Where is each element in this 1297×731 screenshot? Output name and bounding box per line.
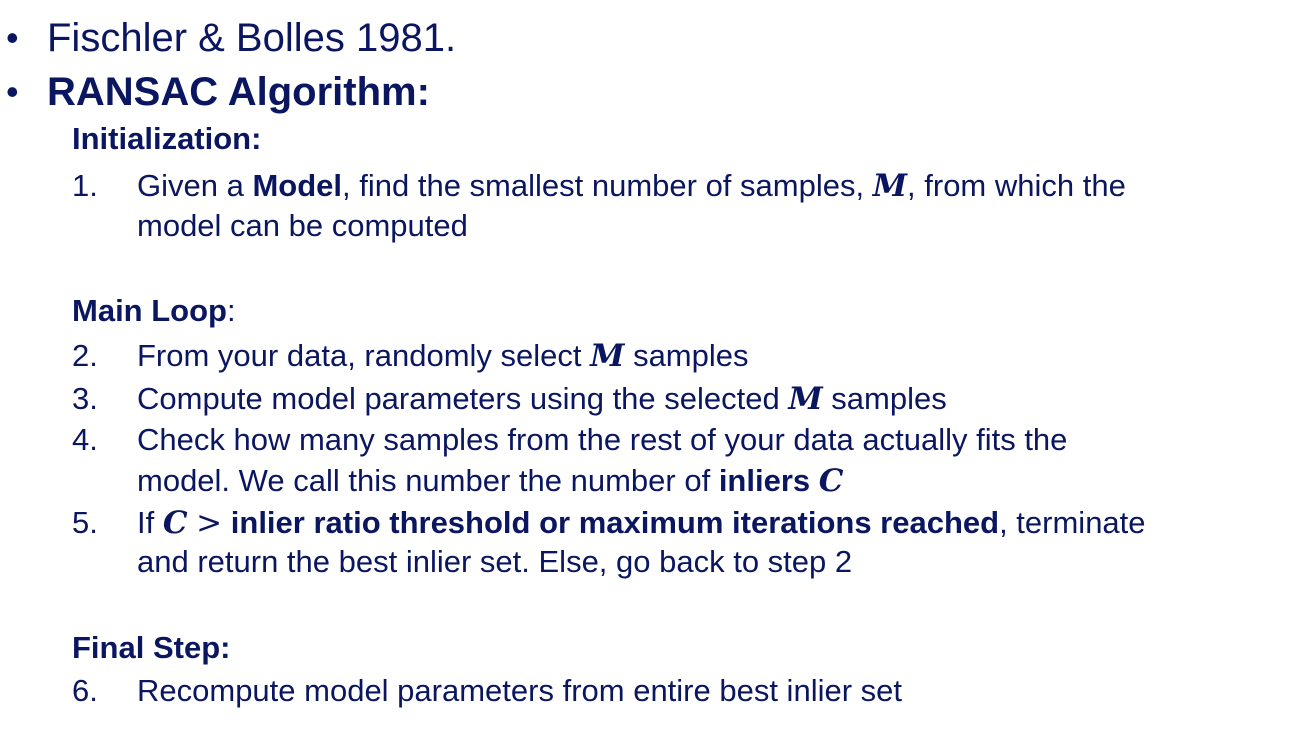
step-2-text-before: From your data, randomly select	[137, 338, 591, 373]
step-4-line-2: model. We call this number the number of…	[137, 462, 843, 500]
step-4-inliers-term: inliers	[718, 463, 811, 498]
bullet-dot-icon: •	[6, 17, 19, 58]
step-1-line-2: model can be computed	[137, 208, 468, 243]
step-1-line-1: Given a Model, find the smallest number …	[137, 167, 1126, 205]
step-3-text-before: Compute model parameters using the selec…	[137, 381, 789, 416]
algorithm-title: RANSAC Algorithm:	[47, 70, 430, 114]
step-2-number: 2.	[72, 338, 98, 373]
step-4-number: 4.	[72, 422, 98, 457]
bullet-dot-icon: •	[6, 71, 19, 112]
step-4-line-1: Check how many samples from the rest of …	[137, 422, 1068, 457]
variable-m: M	[590, 338, 625, 374]
step-1-model-term: Model	[252, 168, 343, 203]
step-6-line: Recompute model parameters from entire b…	[137, 673, 902, 708]
step-5-number: 5.	[72, 505, 98, 540]
step-3-text-after: samples	[822, 381, 947, 416]
variable-m: M	[788, 381, 823, 417]
step-2-line: From your data, randomly select M sample…	[137, 337, 749, 375]
step-5-text-after: , terminate	[999, 505, 1146, 540]
step-6-number: 6.	[72, 673, 98, 708]
variable-m: M	[872, 168, 908, 204]
step-5-condition: inlier ratio threshold or maximum iterat…	[230, 505, 1000, 540]
step-5-text-before: If	[137, 505, 163, 540]
greater-than-operator: >	[196, 505, 223, 541]
main-loop-heading-text: Main Loop	[72, 293, 227, 328]
step-1-text-after: , from which the	[907, 168, 1126, 203]
step-1-text-middle: , find the smallest number of samples,	[342, 168, 873, 203]
slide: • Fischler & Bolles 1981. • RANSAC Algor…	[0, 0, 1297, 731]
main-loop-heading-colon: :	[226, 293, 236, 328]
step-5-line-1: If C > inlier ratio threshold or maximum…	[137, 504, 1146, 542]
variable-c: C	[162, 505, 188, 541]
variable-c: C	[818, 463, 844, 499]
step-5-line-2: and return the best inlier set. Else, go…	[137, 544, 853, 579]
step-3-number: 3.	[72, 381, 98, 416]
step-1-number: 1.	[72, 168, 98, 203]
step-3-line: Compute model parameters using the selec…	[137, 380, 947, 418]
step-4-text-before: model. We call this number the number of	[137, 463, 719, 498]
reference-text: Fischler & Bolles 1981.	[47, 16, 457, 60]
step-2-text-after: samples	[624, 338, 749, 373]
initialization-heading: Initialization:	[72, 121, 262, 156]
step-1-text-before: Given a	[137, 168, 253, 203]
final-step-heading: Final Step:	[72, 630, 231, 665]
main-loop-heading: Main Loop:	[72, 292, 236, 330]
